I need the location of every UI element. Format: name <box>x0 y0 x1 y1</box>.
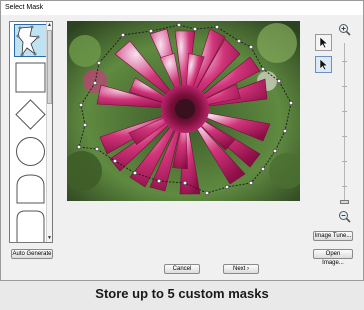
cancel-button[interactable]: Cancel <box>164 264 200 274</box>
scroll-down-arrow-icon[interactable]: ▼ <box>47 235 52 241</box>
arrow-icon <box>319 36 329 49</box>
zoom-out-icon[interactable] <box>338 210 351 223</box>
zoom-tick <box>342 86 347 87</box>
mask-shape-square[interactable] <box>14 61 47 94</box>
flower-photo <box>67 21 300 201</box>
mask-shape-custom-star[interactable] <box>14 24 47 57</box>
node-arrow-icon <box>319 58 329 71</box>
zoom-tick <box>342 61 347 62</box>
mask-shape-arch[interactable] <box>14 172 47 205</box>
scroll-up-arrow-icon[interactable]: ▲ <box>47 22 52 28</box>
zoom-tick <box>342 186 347 187</box>
zoom-tick <box>342 161 347 162</box>
mask-shape-diamond[interactable] <box>14 98 47 131</box>
image-canvas[interactable] <box>67 21 300 201</box>
node-tool-button[interactable] <box>315 56 332 73</box>
zoom-slider-thumb[interactable] <box>340 200 349 204</box>
open-image-button[interactable]: Open Image... <box>313 249 353 266</box>
zoom-tick <box>342 136 347 137</box>
mask-shape-rounded-arch[interactable] <box>14 209 47 242</box>
mask-shapes-list[interactable]: ▲ ▼ <box>9 21 53 243</box>
select-mask-dialog: Select Mask ▲ ▼ Image Tune... Open Image… <box>0 0 364 281</box>
zoom-slider-track[interactable] <box>344 43 345 203</box>
mask-shape-circle[interactable] <box>14 135 47 168</box>
next-button[interactable]: Next › <box>223 264 259 274</box>
window-title: Select Mask <box>1 1 363 15</box>
image-tune-button[interactable]: Image Tune... <box>313 231 353 241</box>
auto-generate-button[interactable]: Auto Generate <box>11 249 53 259</box>
scroll-thumb[interactable] <box>47 30 52 104</box>
zoom-in-icon[interactable] <box>338 23 351 36</box>
pointer-tool-button[interactable] <box>315 34 332 51</box>
zoom-tick <box>342 111 347 112</box>
feature-caption: Store up to 5 custom masks <box>95 286 269 301</box>
shapes-scrollbar[interactable]: ▲ ▼ <box>46 22 52 242</box>
